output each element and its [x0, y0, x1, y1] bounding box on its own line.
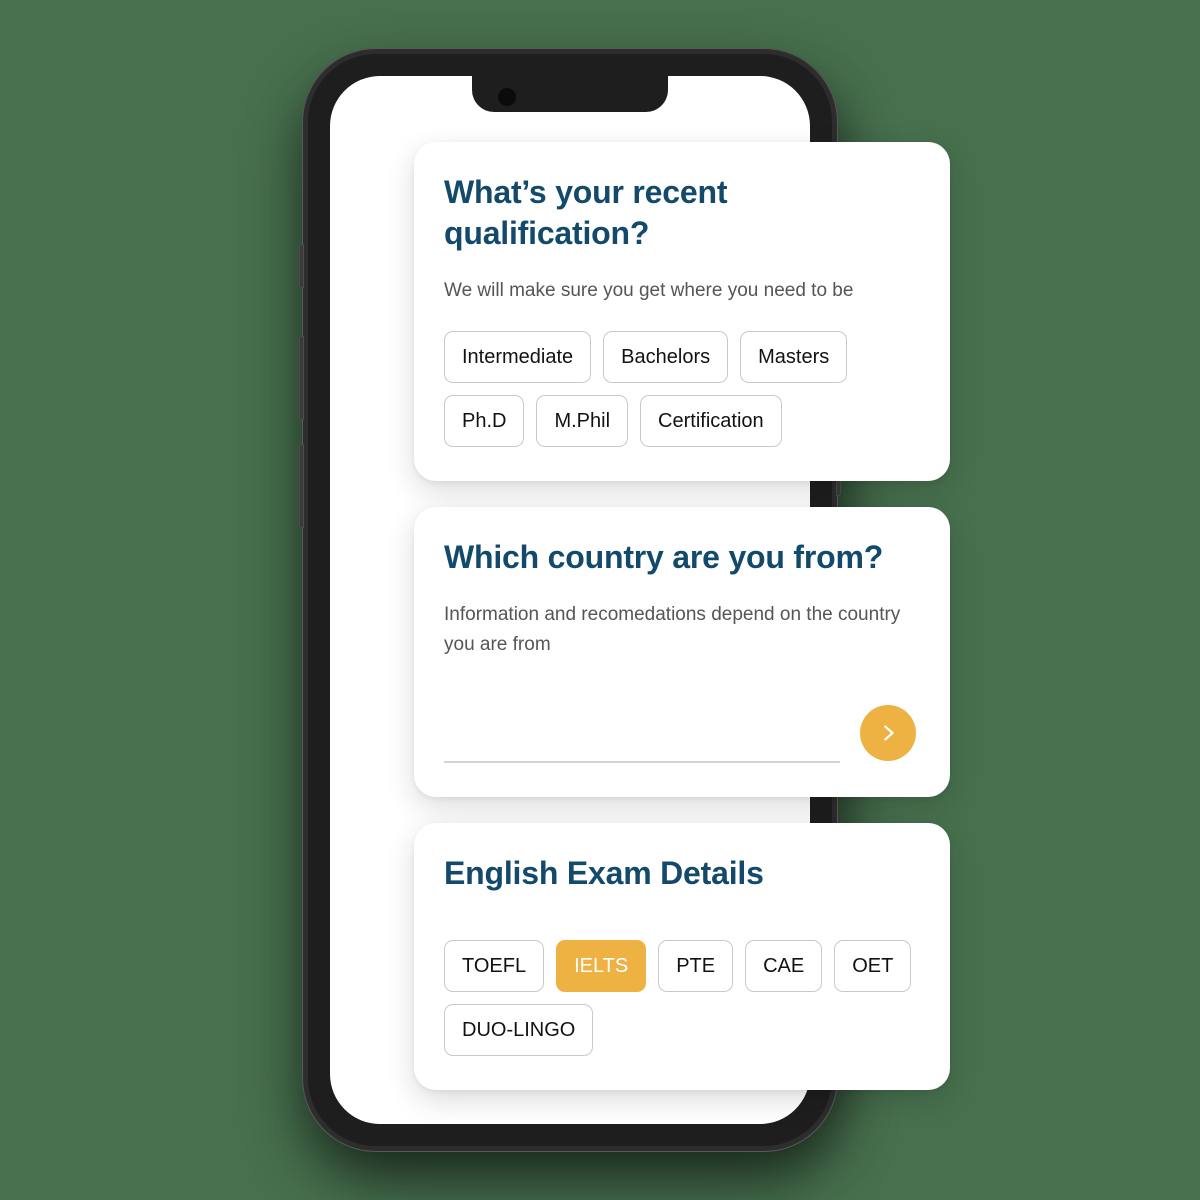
- chip-ielts[interactable]: IELTS: [556, 940, 647, 993]
- chip-certification[interactable]: Certification: [640, 395, 782, 448]
- scene: What’s your recent qualification? We wil…: [0, 0, 1200, 1200]
- chip-pte[interactable]: PTE: [658, 940, 734, 993]
- country-input-row: [444, 705, 916, 764]
- volume-up-button[interactable]: [299, 336, 304, 420]
- mute-switch[interactable]: [299, 244, 304, 288]
- volume-down-button[interactable]: [299, 444, 304, 528]
- chip-masters[interactable]: Masters: [740, 331, 848, 384]
- card-qualification: What’s your recent qualification? We wil…: [414, 142, 950, 482]
- qualification-subtitle: We will make sure you get where you need…: [444, 279, 854, 301]
- english-exam-title: English Exam Details: [444, 855, 764, 892]
- english-exam-options: TOEFL IELTS PTE CAE OET DUO-LINGO: [444, 940, 916, 1057]
- chip-mphil[interactable]: M.Phil: [536, 395, 629, 448]
- chevron-right-icon: [877, 722, 899, 744]
- chip-toefl[interactable]: TOEFL: [444, 940, 545, 993]
- chip-cae[interactable]: CAE: [745, 940, 823, 993]
- card-country: Which country are you from? Information …: [414, 507, 950, 798]
- country-subtitle: Information and recomedations depend on …: [444, 604, 901, 655]
- chip-bachelors[interactable]: Bachelors: [603, 331, 729, 384]
- country-title: Which country are you from?: [444, 539, 884, 576]
- qualification-options: Intermediate Bachelors Masters Ph.D M.Ph…: [444, 331, 916, 448]
- chip-intermediate[interactable]: Intermediate: [444, 331, 592, 384]
- qualification-title: What’s your recent qualification?: [444, 174, 728, 251]
- camera-dot-icon: [498, 88, 516, 106]
- country-next-button[interactable]: [860, 705, 916, 762]
- country-input[interactable]: [444, 726, 840, 764]
- card-stack: What’s your recent qualification? We wil…: [414, 142, 950, 1091]
- chip-phd[interactable]: Ph.D: [444, 395, 525, 448]
- chip-oet[interactable]: OET: [834, 940, 912, 993]
- card-english-exam: English Exam Details TOEFL IELTS PTE CAE…: [414, 823, 950, 1091]
- chip-duolingo[interactable]: DUO-LINGO: [444, 1004, 594, 1057]
- phone-notch: [472, 76, 668, 112]
